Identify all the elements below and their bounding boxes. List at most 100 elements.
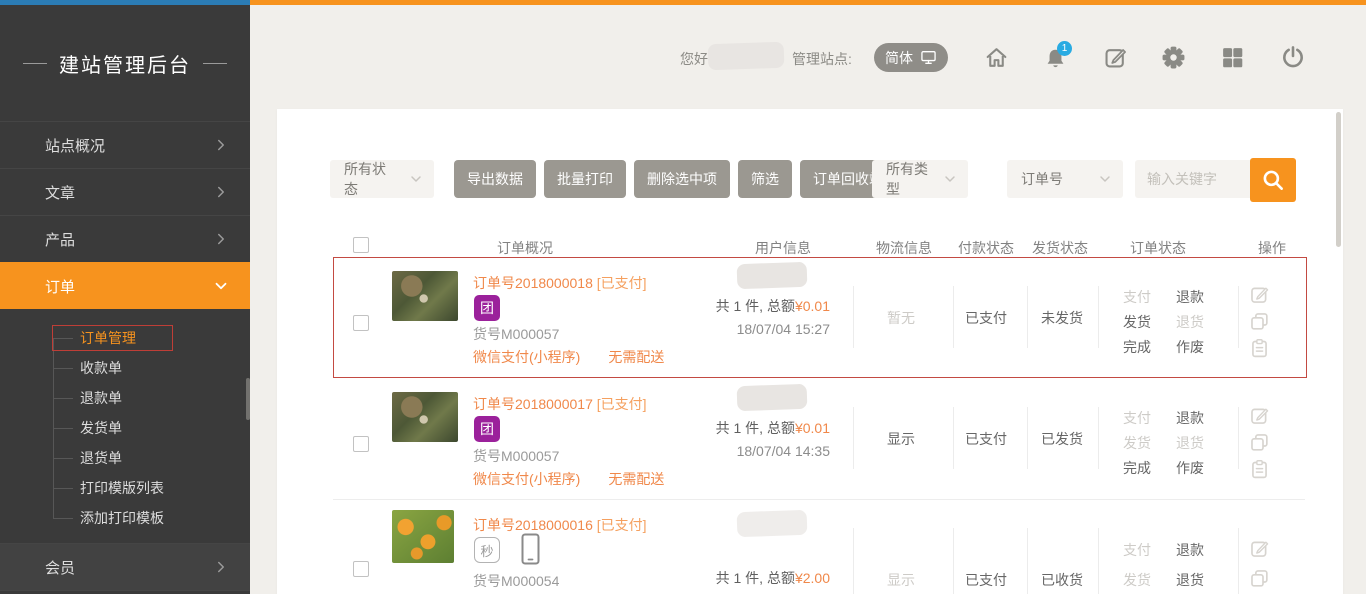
sidebar-item-label: 订单	[45, 276, 212, 297]
order-action-ship[interactable]: 发货	[1114, 312, 1160, 332]
order-action-complete[interactable]: 完成	[1114, 337, 1160, 357]
item-number: 货号M000054	[473, 571, 559, 591]
settings-gear-icon[interactable]	[1161, 45, 1186, 70]
row-checkbox[interactable]	[353, 436, 369, 452]
order-action-refund[interactable]: 退款	[1167, 540, 1213, 560]
orders-submenu: 订单管理 收款单 退款单 发货单 退货单 打印模版列表 添加打印模板	[0, 309, 250, 543]
copy-order-icon[interactable]	[1249, 568, 1270, 589]
sidebar-item-products[interactable]: 产品	[0, 215, 250, 262]
chevron-down-icon	[1097, 171, 1113, 187]
sidebar-scrollbar[interactable]	[246, 378, 250, 420]
order-action-refund[interactable]: 退款	[1167, 408, 1213, 428]
redacted-username	[708, 42, 785, 71]
sidebar: 建站管理后台 站点概况 文章 产品 订单 订单管理 收款单	[0, 5, 250, 594]
type-filter-value: 所有类型	[886, 159, 932, 199]
redacted-customer	[737, 262, 808, 289]
type-filter-dropdown[interactable]: 所有类型	[872, 160, 968, 198]
order-number[interactable]: 订单号2018000018	[473, 275, 593, 291]
language-label: 简体	[885, 48, 913, 68]
row-checkbox[interactable]	[353, 561, 369, 577]
col-header-order-status: 订单状态	[1108, 238, 1208, 258]
sidebar-item-label: 站点概况	[45, 135, 212, 156]
order-action-void[interactable]: 作废	[1167, 337, 1213, 357]
apps-grid-icon[interactable]	[1220, 45, 1245, 70]
order-amount: ¥2.00	[795, 570, 830, 586]
order-action-return[interactable]: 退货	[1167, 570, 1213, 590]
filter-button[interactable]: 筛选	[738, 160, 792, 198]
sidebar-item-site-overview[interactable]: 站点概况	[0, 121, 250, 168]
submenu-item-return-orders[interactable]: 退货单	[0, 443, 250, 473]
chevron-down-icon	[408, 171, 424, 187]
order-action-pay[interactable]: 支付	[1114, 287, 1160, 307]
language-pill[interactable]: 简体	[874, 43, 948, 72]
delivery-method: 无需配送	[608, 469, 664, 489]
sidebar-nav: 站点概况 文章 产品 订单 订单管理 收款单 退款单 发货单 退货单 打	[0, 121, 250, 591]
order-number-line: 订单号2018000018 [已支付]	[473, 273, 647, 293]
shipping-status-value: 已收货	[1012, 570, 1112, 590]
edit-order-icon[interactable]	[1249, 538, 1270, 559]
product-thumbnail	[392, 271, 458, 321]
order-amount: ¥0.01	[795, 420, 830, 436]
clipboard-note-icon[interactable]	[1249, 338, 1270, 359]
order-action-ship[interactable]: 发货	[1114, 570, 1160, 590]
home-icon[interactable]	[984, 45, 1009, 70]
submenu-item-refund-orders[interactable]: 退款单	[0, 383, 250, 413]
chevron-down-icon	[212, 277, 230, 295]
order-action-complete[interactable]: 完成	[1114, 458, 1160, 478]
title-dash-left	[23, 63, 47, 64]
submenu-item-order-management[interactable]: 订单管理	[0, 323, 250, 353]
order-action-void[interactable]: 作废	[1167, 458, 1213, 478]
shipping-status-value: 未发货	[1012, 308, 1112, 328]
search-input[interactable]	[1135, 160, 1252, 198]
col-header-user-info: 用户信息	[733, 238, 833, 258]
search-button[interactable]	[1250, 158, 1296, 202]
submenu-item-shipping-orders[interactable]: 发货单	[0, 413, 250, 443]
page: 建站管理后台 站点概况 文章 产品 订单 订单管理 收款单	[0, 0, 1366, 594]
chevron-right-icon	[212, 558, 230, 576]
search-field-dropdown[interactable]: 订单号	[1007, 160, 1123, 198]
submenu-label: 订单管理	[80, 330, 136, 346]
status-filter-dropdown[interactable]: 所有状态	[330, 160, 434, 198]
batch-print-button[interactable]: 批量打印	[544, 160, 626, 198]
order-datetime: 18/07/04 14:35	[630, 443, 830, 459]
item-number: 货号M000057	[473, 324, 559, 344]
sidebar-item-members[interactable]: 会员	[0, 543, 250, 591]
group-buy-badge: 团	[474, 295, 500, 321]
copy-order-icon[interactable]	[1249, 432, 1270, 453]
edit-order-icon[interactable]	[1249, 405, 1270, 426]
search-field-value: 订单号	[1021, 169, 1087, 189]
item-number: 货号M000057	[473, 446, 559, 466]
col-header-actions: 操作	[1232, 238, 1312, 258]
sidebar-item-articles[interactable]: 文章	[0, 168, 250, 215]
submenu-item-add-print-template[interactable]: 添加打印模板	[0, 503, 250, 533]
sidebar-item-label: 产品	[45, 229, 212, 250]
shipping-status-value: 已发货	[1012, 429, 1112, 449]
export-data-button[interactable]: 导出数据	[454, 160, 536, 198]
clipboard-note-icon[interactable]	[1249, 459, 1270, 480]
order-action-return[interactable]: 退货	[1167, 312, 1213, 332]
delete-selected-button[interactable]: 删除选中项	[634, 160, 730, 198]
edit-order-icon[interactable]	[1249, 284, 1270, 305]
qty-text: 共 1 件, 总额	[716, 570, 795, 586]
order-action-pay[interactable]: 支付	[1114, 540, 1160, 560]
order-action-pay[interactable]: 支付	[1114, 408, 1160, 428]
topbar-orange	[250, 0, 1366, 5]
order-number[interactable]: 订单号2018000017	[473, 396, 593, 412]
submenu-item-receipts[interactable]: 收款单	[0, 353, 250, 383]
order-action-refund[interactable]: 退款	[1167, 287, 1213, 307]
order-number[interactable]: 订单号2018000016	[473, 517, 593, 533]
power-logout-icon[interactable]	[1280, 44, 1306, 70]
panel-scrollbar[interactable]	[1336, 112, 1341, 247]
order-action-ship[interactable]: 发货	[1114, 433, 1160, 453]
select-all-checkbox[interactable]	[353, 237, 369, 253]
compose-icon[interactable]	[1103, 45, 1128, 70]
submenu-item-print-template-list[interactable]: 打印模版列表	[0, 473, 250, 503]
copy-order-icon[interactable]	[1249, 311, 1270, 332]
row-checkbox[interactable]	[353, 315, 369, 331]
payment-method: 微信支付(小程序)	[473, 469, 580, 489]
paid-tag: [已支付]	[597, 275, 647, 291]
app-title: 建站管理后台	[0, 5, 250, 121]
sidebar-item-orders[interactable]: 订单	[0, 262, 250, 309]
order-action-return[interactable]: 退货	[1167, 433, 1213, 453]
product-thumbnail	[392, 510, 454, 563]
